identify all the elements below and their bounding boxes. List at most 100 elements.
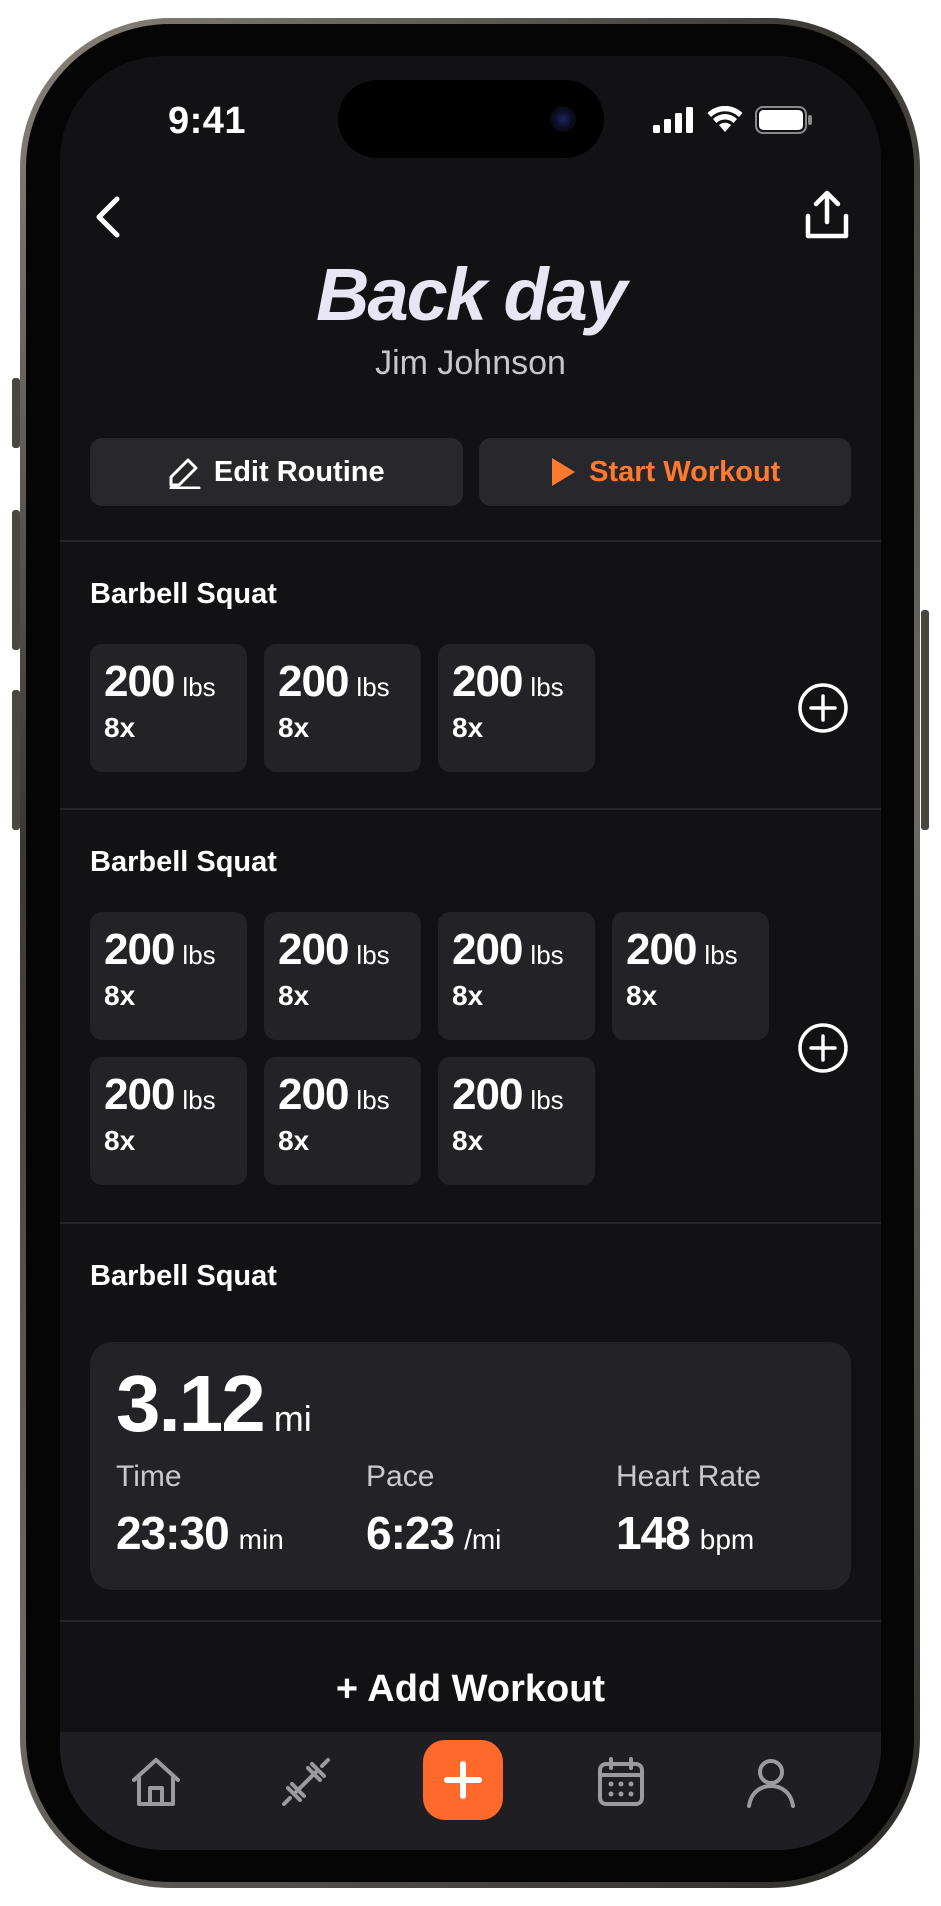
divider xyxy=(60,1222,881,1224)
profile-icon xyxy=(747,1759,795,1808)
set-unit: lbs xyxy=(530,1085,564,1115)
exercise-name: Barbell Squat xyxy=(90,578,277,610)
dumbbell-icon xyxy=(282,1758,330,1806)
exercise-sets: 200 lbs 8x 200 lbs 8x 200 lbs 8x 200 lbs 8x … xyxy=(90,912,790,1185)
set-reps: 8x xyxy=(278,1125,310,1156)
set-card[interactable]: 200 lbs 8x xyxy=(264,912,421,1040)
battery-icon xyxy=(755,106,812,134)
divider xyxy=(60,808,881,810)
exercise-name: Barbell Squat xyxy=(90,846,277,878)
set-weight: 200 xyxy=(278,1070,349,1119)
distance-unit: mi xyxy=(273,1398,312,1439)
tab-bar xyxy=(60,1732,881,1850)
volume-up-button xyxy=(12,510,20,650)
set-unit: lbs xyxy=(182,672,216,702)
set-card[interactable]: 200 lbs 8x xyxy=(264,1057,421,1185)
tab-home[interactable] xyxy=(116,1742,196,1822)
set-weight: 200 xyxy=(104,657,175,706)
pencil-icon xyxy=(169,458,201,489)
divider xyxy=(60,1620,881,1622)
set-weight: 200 xyxy=(452,1070,523,1119)
volume-down-button xyxy=(12,690,20,830)
set-unit: lbs xyxy=(182,1085,216,1115)
set-card[interactable]: 200 lbs 8x xyxy=(90,644,247,772)
play-icon xyxy=(552,458,576,486)
start-workout-button[interactable]: Start Workout xyxy=(478,438,851,506)
routine-actions: Edit Routine Start Workout xyxy=(90,438,851,506)
set-card[interactable]: 200 lbs 8x xyxy=(612,912,769,1040)
metric-heart-rate: Heart Rate 148 bpm xyxy=(616,1460,761,1560)
power-button xyxy=(921,610,929,830)
chevron-left-icon xyxy=(96,196,120,238)
home-icon xyxy=(132,1758,180,1806)
tab-calendar[interactable] xyxy=(581,1742,661,1822)
metric-label: Time xyxy=(116,1460,182,1493)
set-card[interactable]: 200 lbs 8x xyxy=(438,1057,595,1185)
cardio-summary-card[interactable]: 3.12 mi Time 23:30 min Pace 6:23 /mi Hea… xyxy=(90,1342,851,1590)
set-reps: 8x xyxy=(452,1125,484,1156)
metric-unit: min xyxy=(238,1524,284,1555)
set-weight: 200 xyxy=(104,925,175,974)
set-reps: 8x xyxy=(452,980,484,1011)
set-weight: 200 xyxy=(104,1070,175,1119)
metric-label: Heart Rate xyxy=(616,1460,762,1493)
set-reps: 8x xyxy=(104,712,136,743)
set-unit: lbs xyxy=(356,672,390,702)
add-set-button[interactable] xyxy=(797,1022,849,1074)
metric-unit: /mi xyxy=(464,1524,502,1555)
status-icons xyxy=(653,106,813,134)
divider xyxy=(60,540,881,542)
set-weight: 200 xyxy=(452,657,523,706)
set-card[interactable]: 200 lbs 8x xyxy=(90,1057,247,1185)
tab-add-button[interactable] xyxy=(423,1740,503,1820)
set-card[interactable]: 200 lbs 8x xyxy=(264,644,421,772)
set-unit: lbs xyxy=(530,940,564,970)
metric-value: 148 xyxy=(616,1507,691,1559)
set-card[interactable]: 200 lbs 8x xyxy=(438,912,595,1040)
metric-value: 6:23 xyxy=(366,1507,455,1559)
set-reps: 8x xyxy=(104,1125,136,1156)
set-weight: 200 xyxy=(452,925,523,974)
metric-pace: Pace 6:23 /mi xyxy=(366,1460,501,1560)
set-reps: 8x xyxy=(626,980,658,1011)
set-weight: 200 xyxy=(278,925,349,974)
status-bar: 9:41 xyxy=(60,56,881,186)
dynamic-island xyxy=(338,80,604,158)
set-unit: lbs xyxy=(530,672,564,702)
set-card[interactable]: 200 lbs 8x xyxy=(90,912,247,1040)
share-icon xyxy=(805,190,849,239)
routine-title: Back day xyxy=(316,253,627,336)
tab-profile[interactable] xyxy=(731,1742,811,1822)
plus-icon xyxy=(444,1761,482,1799)
edit-routine-button[interactable]: Edit Routine xyxy=(90,438,463,506)
metric-time: Time 23:30 min xyxy=(116,1460,284,1560)
set-reps: 8x xyxy=(278,980,310,1011)
status-time: 9:41 xyxy=(168,100,247,142)
routine-author: Jim Johnson xyxy=(375,344,566,382)
set-reps: 8x xyxy=(278,712,310,743)
start-workout-label: Start Workout xyxy=(589,455,781,488)
distance-value: 3.12 xyxy=(116,1359,266,1448)
add-set-button[interactable] xyxy=(797,682,849,734)
exercise-sets: 200 lbs 8x 200 lbs 8x 200 lbs 8x xyxy=(90,644,650,772)
wifi-icon xyxy=(707,106,743,132)
share-button[interactable] xyxy=(797,180,857,250)
back-button[interactable] xyxy=(78,182,138,252)
calendar-icon xyxy=(598,1757,644,1806)
set-unit: lbs xyxy=(704,940,738,970)
add-workout-button[interactable]: + Add Workout xyxy=(60,1668,881,1711)
action-button xyxy=(12,378,20,448)
tab-workouts[interactable] xyxy=(266,1742,346,1822)
set-reps: 8x xyxy=(104,980,136,1011)
set-weight: 200 xyxy=(626,925,697,974)
cellular-signal-icon xyxy=(653,107,693,133)
edit-routine-label: Edit Routine xyxy=(213,455,385,488)
metric-unit: bpm xyxy=(699,1524,755,1555)
metric-value: 23:30 xyxy=(116,1507,230,1559)
set-unit: lbs xyxy=(182,940,216,970)
metric-label: Pace xyxy=(366,1460,435,1493)
app-screen: 9:41 Back day Jim Johnson Edit Routine S… xyxy=(60,56,881,1850)
set-unit: lbs xyxy=(356,1085,390,1115)
set-card[interactable]: 200 lbs 8x xyxy=(438,644,595,772)
set-unit: lbs xyxy=(356,940,390,970)
